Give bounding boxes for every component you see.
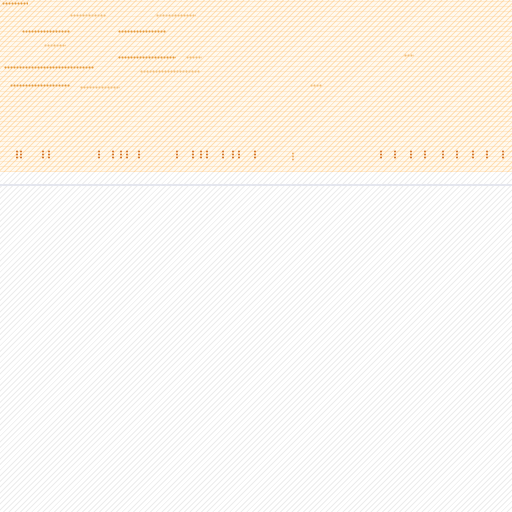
banner-tick [112, 150, 114, 159]
banner-dots-row [2, 2, 28, 5]
banner-dots-row [22, 30, 70, 33]
banner-tick [442, 150, 444, 159]
banner-tick [394, 150, 396, 159]
banner-tick [20, 150, 22, 159]
banner-tick [16, 150, 18, 159]
banner-tick [254, 150, 256, 159]
banner-dots-row [4, 66, 94, 69]
banner-dots-row [156, 14, 196, 17]
banner-tick [232, 150, 234, 159]
banner-dots-row [70, 14, 106, 17]
banner-tick [206, 150, 208, 159]
banner-tick [292, 152, 294, 161]
banner-dots-row [310, 84, 322, 87]
banner-tick [472, 150, 474, 159]
banner-tick [238, 150, 240, 159]
banner-tick [424, 150, 426, 159]
banner-tick [42, 150, 44, 159]
banner-dots-row [404, 54, 414, 57]
banner-dots-row [140, 70, 200, 73]
banner-tick [192, 150, 194, 159]
banner-icon-name: noise-texture [0, 0, 1, 1]
banner-tick [502, 150, 504, 159]
banner-tick [48, 150, 50, 159]
banner-tick [486, 150, 488, 159]
banner-tick [176, 150, 178, 159]
banner-tick [222, 150, 224, 159]
header-banner: noise-texture [0, 0, 512, 172]
banner-tick [380, 150, 382, 159]
banner-tick [200, 150, 202, 159]
banner-tick [410, 150, 412, 159]
banner-dots-row [118, 30, 166, 33]
banner-tick [138, 150, 140, 159]
banner-dots-row [10, 84, 70, 87]
main-content-area [0, 186, 512, 512]
banner-dots-row [186, 56, 202, 59]
banner-dots-row [118, 56, 176, 59]
banner-tick [120, 150, 122, 159]
banner-dots-row [80, 86, 120, 89]
banner-tick [98, 150, 100, 159]
banner-tick [456, 150, 458, 159]
banner-tick [126, 150, 128, 159]
banner-dots-row [44, 44, 66, 47]
